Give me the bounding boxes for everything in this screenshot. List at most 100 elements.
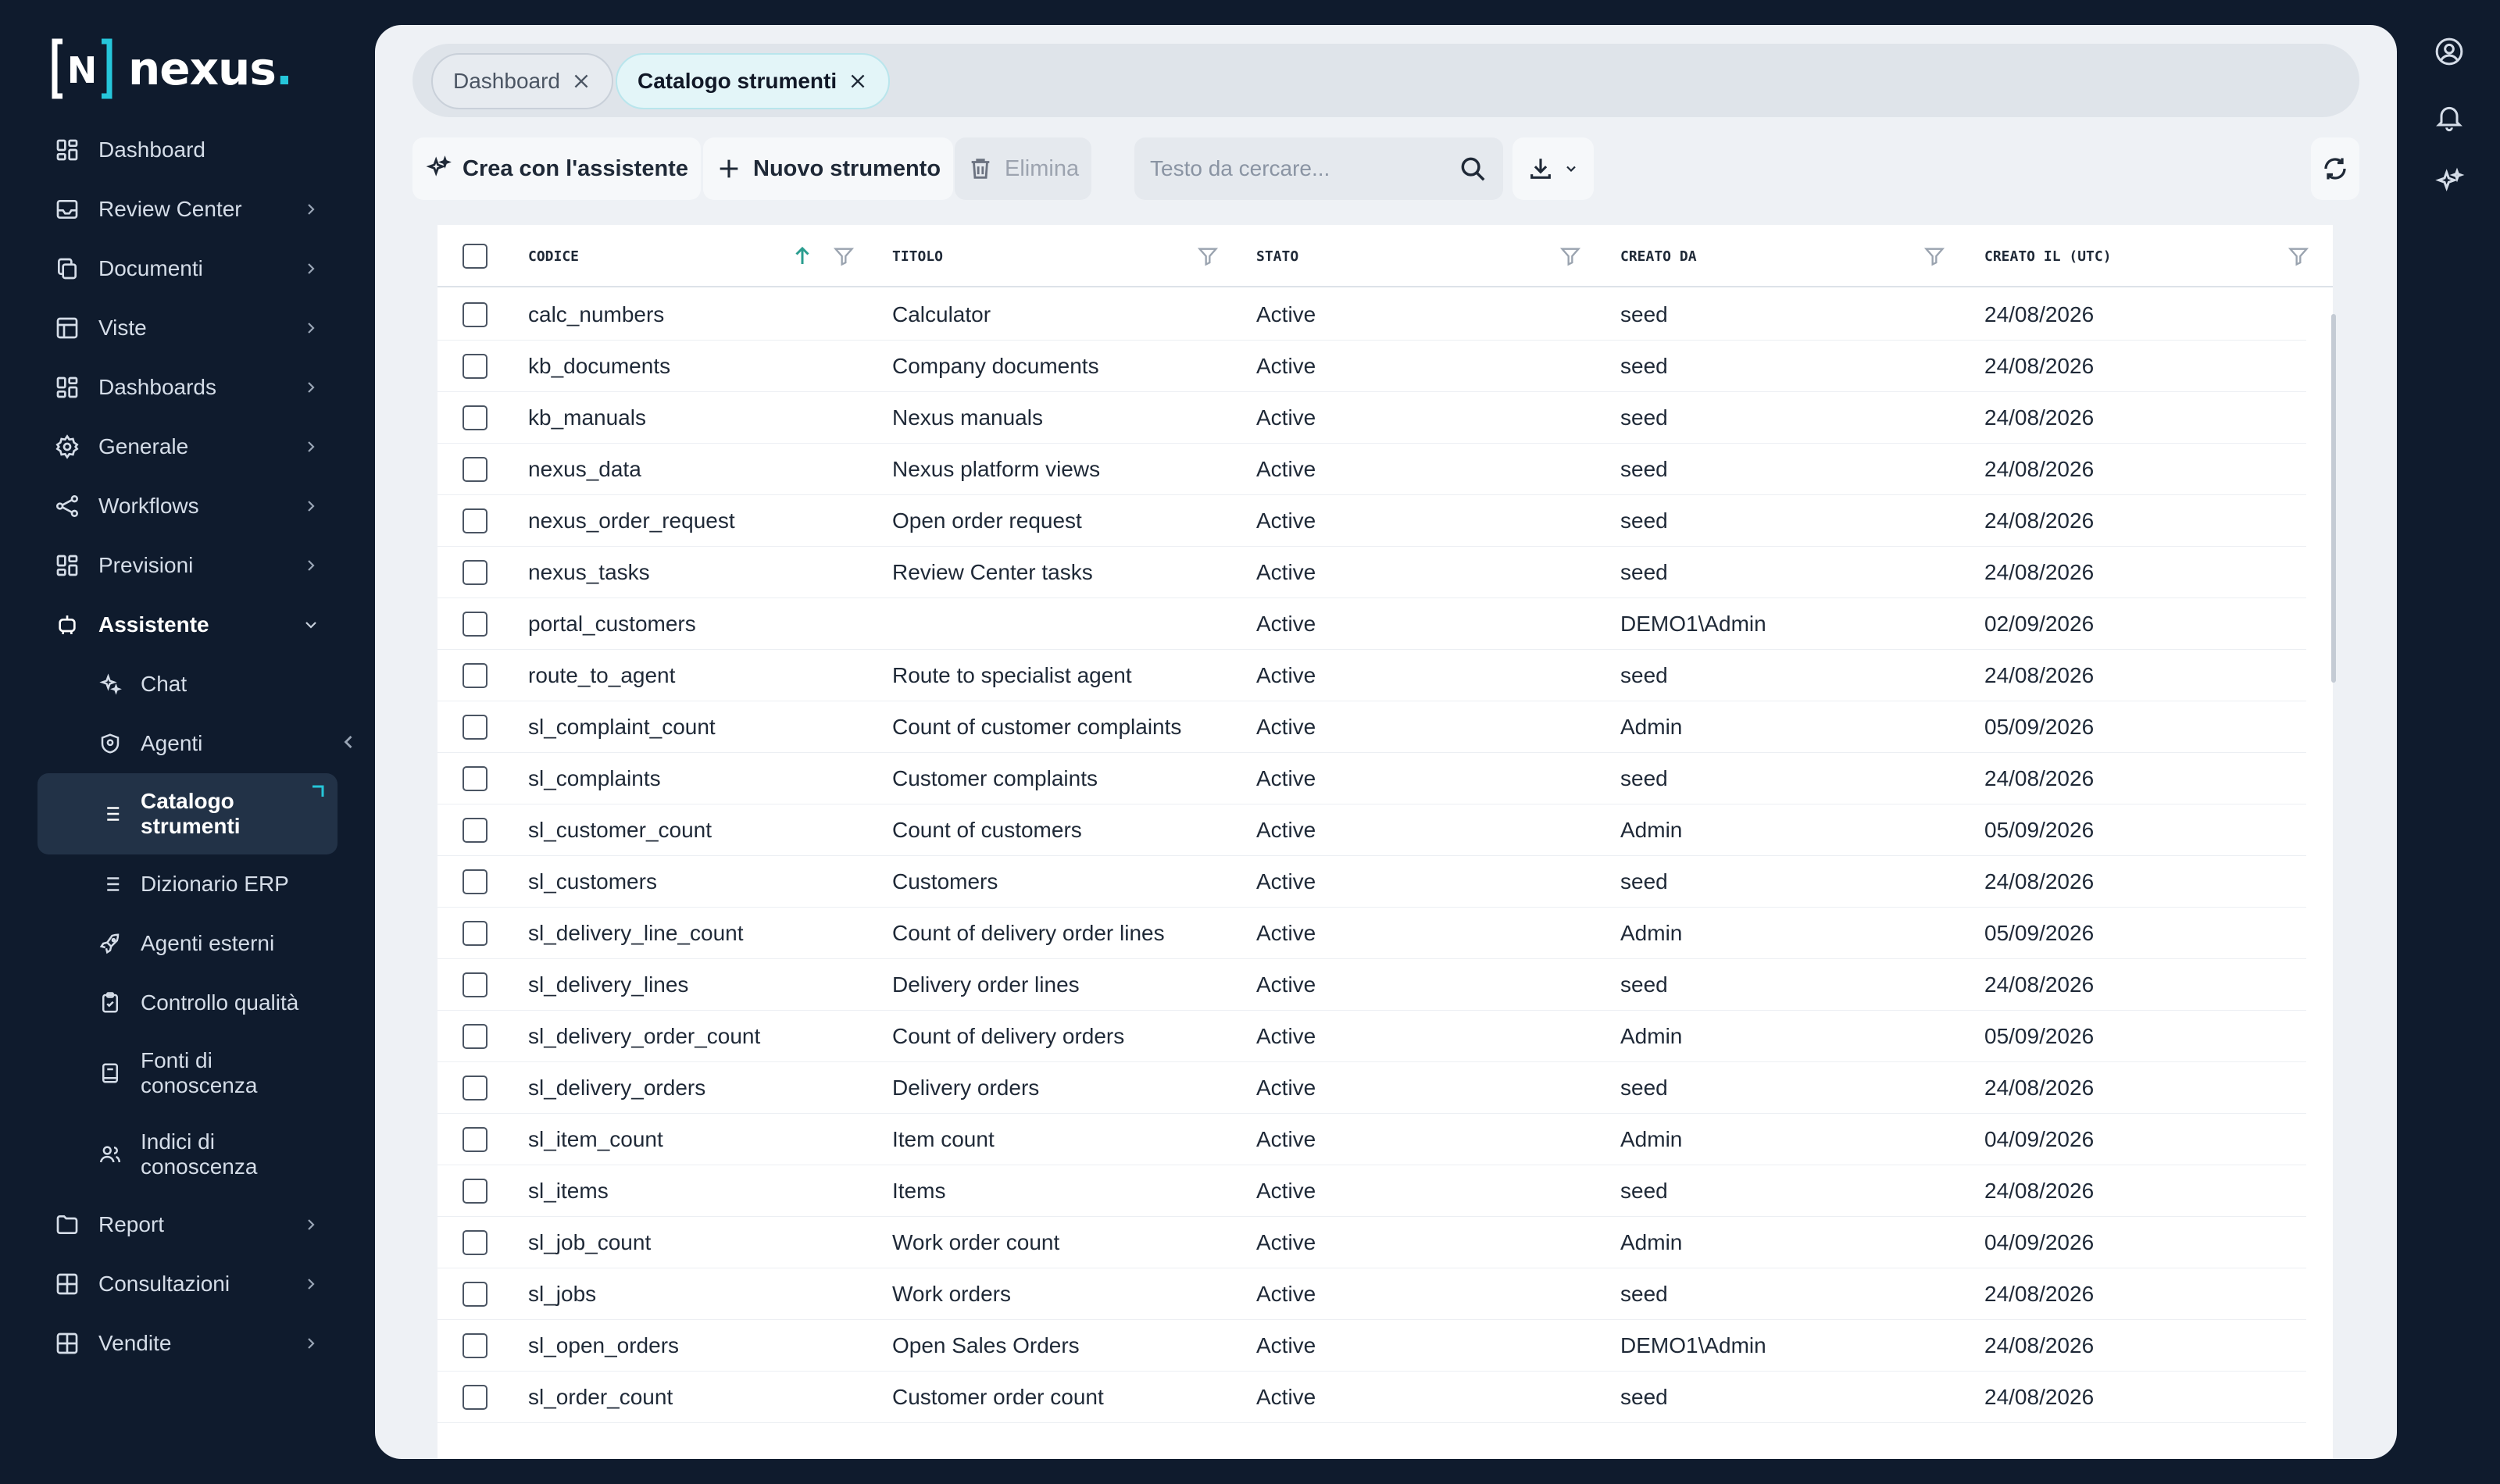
table-row[interactable]: kb_documents Company documents Active seed 2… — [438, 341, 2306, 392]
vertical-scrollbar[interactable] — [2331, 314, 2336, 683]
row-checkbox[interactable] — [462, 869, 488, 894]
brand-logo[interactable]: N nexus. — [52, 37, 293, 100]
column-header-creato-da[interactable]: Creato da — [1620, 225, 1697, 287]
sidebar-item-controllo-qualita[interactable]: Controllo qualità — [38, 973, 338, 1033]
row-checkbox[interactable] — [462, 766, 488, 791]
row-checkbox[interactable] — [462, 1127, 488, 1152]
sidebar-item-catalogo-strumenti[interactable]: Catalogo strumenti — [38, 773, 338, 854]
table-row[interactable]: nexus_order_request Open order request Act… — [438, 495, 2306, 547]
cell-creato-da: seed — [1620, 1179, 1668, 1203]
table-row[interactable]: sl_delivery_order_count Count of delivery… — [438, 1011, 2306, 1062]
sidebar-item-assistente[interactable]: Assistente — [38, 595, 338, 655]
row-checkbox[interactable] — [462, 1076, 488, 1101]
row-checkbox[interactable] — [462, 508, 488, 533]
table-row[interactable]: sl_delivery_lines Delivery order lines Act… — [438, 959, 2306, 1011]
table-row[interactable]: sl_complaint_count Count of customer comp… — [438, 701, 2306, 753]
row-checkbox[interactable] — [462, 1385, 488, 1410]
column-label: Titolo — [892, 248, 944, 265]
filter-icon[interactable] — [1197, 245, 1219, 267]
search-input[interactable] — [1150, 156, 1458, 181]
table-row[interactable]: sl_delivery_orders Delivery orders Active s… — [438, 1062, 2306, 1114]
refresh-button[interactable] — [2311, 137, 2359, 200]
sidebar-item-previsioni[interactable]: Previsioni — [38, 536, 338, 595]
row-checkbox[interactable] — [462, 1230, 488, 1255]
select-all-checkbox[interactable] — [462, 244, 488, 269]
cell-codice: sl_delivery_order_count — [528, 1024, 761, 1048]
cell-creato-il: 24/08/2026 — [1984, 972, 2095, 997]
sidebar-item-report[interactable]: Report — [38, 1195, 338, 1254]
brand-dot: . — [275, 42, 293, 95]
sidebar-item-vendite[interactable]: Vendite — [38, 1314, 338, 1373]
sidebar-item-chat[interactable]: Chat — [38, 655, 338, 714]
sidebar-item-documenti[interactable]: Documenti — [38, 239, 338, 298]
new-tool-button[interactable]: Nuovo strumento — [703, 137, 954, 200]
user-circle-icon[interactable] — [2434, 36, 2465, 67]
table-row[interactable]: nexus_tasks Review Center tasks Active seed… — [438, 547, 2306, 598]
table-row[interactable]: sl_jobs Work orders Active seed 24/08/2026 — [438, 1268, 2306, 1320]
row-checkbox[interactable] — [462, 457, 488, 482]
table-row[interactable]: sl_complaints Customer complaints Active se… — [438, 753, 2306, 804]
sidebar-item-agenti-esterni[interactable]: Agenti esterni — [38, 914, 338, 973]
sidebar-item-consultazioni[interactable]: Consultazioni — [38, 1254, 338, 1314]
table-row[interactable]: kb_manuals Nexus manuals Active seed 24/08/2… — [438, 392, 2306, 444]
table-row[interactable]: sl_item_count Item count Active Admin 04/09/… — [438, 1114, 2306, 1165]
table-row[interactable]: nexus_data Nexus platform views Active seed… — [438, 444, 2306, 495]
row-checkbox[interactable] — [462, 1282, 488, 1307]
search-icon[interactable] — [1458, 154, 1488, 184]
chevron-right-icon — [308, 263, 315, 274]
sidebar-item-dizionario-erp[interactable]: Dizionario ERP — [38, 854, 338, 914]
close-icon[interactable] — [848, 71, 868, 91]
close-icon[interactable] — [571, 71, 591, 91]
row-checkbox[interactable] — [462, 1333, 488, 1358]
table-row[interactable]: route_to_agent Route to specialist agent A… — [438, 650, 2306, 701]
filter-icon[interactable] — [2288, 245, 2309, 267]
sidebar-item-viste[interactable]: Viste — [38, 298, 338, 358]
row-checkbox[interactable] — [462, 354, 488, 379]
row-checkbox[interactable] — [462, 818, 488, 843]
table-row[interactable]: sl_delivery_line_count Count of delivery … — [438, 908, 2306, 959]
create-with-assistant-button[interactable]: Crea con l'assistente — [412, 137, 701, 200]
column-header-stato[interactable]: Stato — [1256, 225, 1298, 287]
filter-icon[interactable] — [1923, 245, 1945, 267]
sort-ascending-icon[interactable] — [791, 244, 814, 269]
sidebar-item-dashboard[interactable]: Dashboard — [38, 120, 338, 180]
sidebar-item-indici-di-conoscenza[interactable]: Indici di conoscenza — [38, 1114, 338, 1195]
table-row[interactable]: portal_customers Active DEMO1\Admin 02/09/2… — [438, 598, 2306, 650]
table-row[interactable]: sl_open_orders Open Sales Orders Active DEM… — [438, 1320, 2306, 1372]
row-checkbox[interactable] — [462, 405, 488, 430]
row-checkbox[interactable] — [462, 302, 488, 327]
tab-catalogo-strumenti[interactable]: Catalogo strumenti — [616, 53, 891, 109]
column-header-codice[interactable]: Codice — [528, 225, 579, 287]
sidebar-item-workflows[interactable]: Workflows — [38, 476, 338, 536]
row-checkbox[interactable] — [462, 612, 488, 637]
table-row[interactable]: calc_numbers Calculator Active seed 24/08/20… — [438, 289, 2306, 341]
row-checkbox[interactable] — [462, 663, 488, 688]
table-row[interactable]: sl_order_count Customer order count Active… — [438, 1372, 2306, 1423]
sidebar-item-fonti-di-conoscenza[interactable]: Fonti di conoscenza — [38, 1033, 338, 1114]
filter-icon[interactable] — [1559, 245, 1581, 267]
cell-creato-da: Admin — [1620, 1024, 1683, 1048]
sidebar-item-dashboards[interactable]: Dashboards — [38, 358, 338, 417]
row-checkbox[interactable] — [462, 1179, 488, 1204]
sidebar-item-generale[interactable]: Generale — [38, 417, 338, 476]
bell-icon[interactable] — [2434, 102, 2465, 133]
delete-button[interactable]: Elimina — [955, 137, 1092, 200]
table-row[interactable]: sl_items Items Active seed 24/08/2026 — [438, 1165, 2306, 1217]
row-checkbox[interactable] — [462, 972, 488, 997]
row-checkbox[interactable] — [462, 921, 488, 946]
table-row[interactable]: sl_customers Customers Active seed 24/08/202… — [438, 856, 2306, 908]
column-header-titolo[interactable]: Titolo — [892, 225, 943, 287]
row-checkbox[interactable] — [462, 1024, 488, 1049]
sparkle-icon[interactable] — [2434, 167, 2465, 198]
collapse-sidebar-icon[interactable] — [338, 731, 359, 753]
sidebar-item-agenti[interactable]: Agenti — [38, 714, 338, 773]
export-button[interactable] — [1512, 137, 1594, 200]
table-row[interactable]: sl_customer_count Count of customers Activ… — [438, 804, 2306, 856]
table-row[interactable]: sl_job_count Work order count Active Admin 0… — [438, 1217, 2306, 1268]
sidebar-item-review-center[interactable]: Review Center — [38, 180, 338, 239]
tab-dashboard[interactable]: Dashboard — [431, 53, 613, 109]
row-checkbox[interactable] — [462, 715, 488, 740]
row-checkbox[interactable] — [462, 560, 488, 585]
column-header-creato-il[interactable]: Creato il (UTC) — [1984, 225, 2112, 287]
filter-icon[interactable] — [833, 245, 855, 267]
